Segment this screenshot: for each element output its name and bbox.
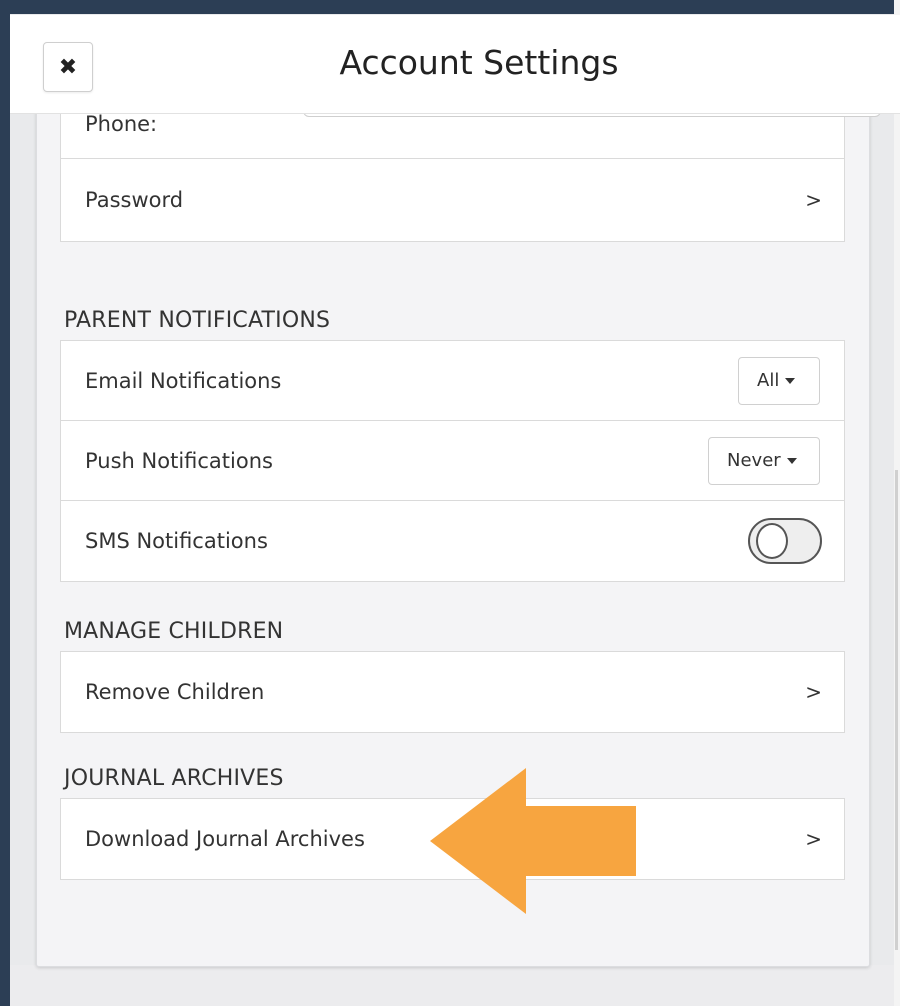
email-notifications-label: Email Notifications	[85, 368, 282, 393]
left-arrow-annotation-icon	[430, 768, 636, 914]
push-notifications-row: Push Notifications Never	[61, 421, 844, 501]
push-notifications-value: Never	[727, 450, 781, 471]
remove-children-label: Remove Children	[85, 680, 265, 704]
background-left-edge	[0, 0, 10, 1006]
journal-archives-heading: JOURNAL ARCHIVES	[64, 766, 284, 791]
background-app-bar	[0, 0, 900, 14]
manage-children-heading: MANAGE CHILDREN	[64, 619, 284, 644]
push-notifications-label: Push Notifications	[85, 448, 273, 473]
sms-notifications-toggle[interactable]	[748, 518, 822, 564]
chevron-right-icon: >	[805, 188, 822, 212]
email-notifications-row: Email Notifications All	[61, 341, 844, 421]
email-notifications-dropdown[interactable]: All	[738, 356, 820, 405]
modal-header: ✖ Account Settings	[10, 15, 900, 114]
email-notifications-value: All	[757, 370, 780, 391]
chevron-right-icon: >	[805, 680, 822, 704]
caret-down-icon	[786, 457, 797, 464]
sms-notifications-label: SMS Notifications	[85, 529, 268, 553]
download-journal-archives-label: Download Journal Archives	[85, 827, 365, 851]
caret-down-icon	[785, 377, 796, 384]
password-row[interactable]: Password >	[61, 159, 844, 241]
notifications-group: Email Notifications All Push Notificatio…	[60, 340, 845, 582]
toggle-knob	[756, 523, 788, 559]
page-title: Account Settings	[339, 43, 619, 82]
background-bottom	[10, 965, 894, 1006]
push-notifications-dropdown[interactable]: Never	[708, 436, 820, 485]
chevron-right-icon: >	[805, 827, 822, 851]
manage-children-group: Remove Children >	[60, 651, 845, 733]
phone-label: Phone:	[85, 111, 158, 136]
sms-notifications-row: SMS Notifications	[61, 501, 844, 581]
arrow-shape	[430, 768, 636, 914]
parent-notifications-heading: PARENT NOTIFICATIONS	[64, 308, 331, 333]
password-label: Password	[85, 188, 184, 212]
scrollbar[interactable]	[895, 470, 898, 950]
remove-children-row[interactable]: Remove Children >	[61, 652, 844, 732]
